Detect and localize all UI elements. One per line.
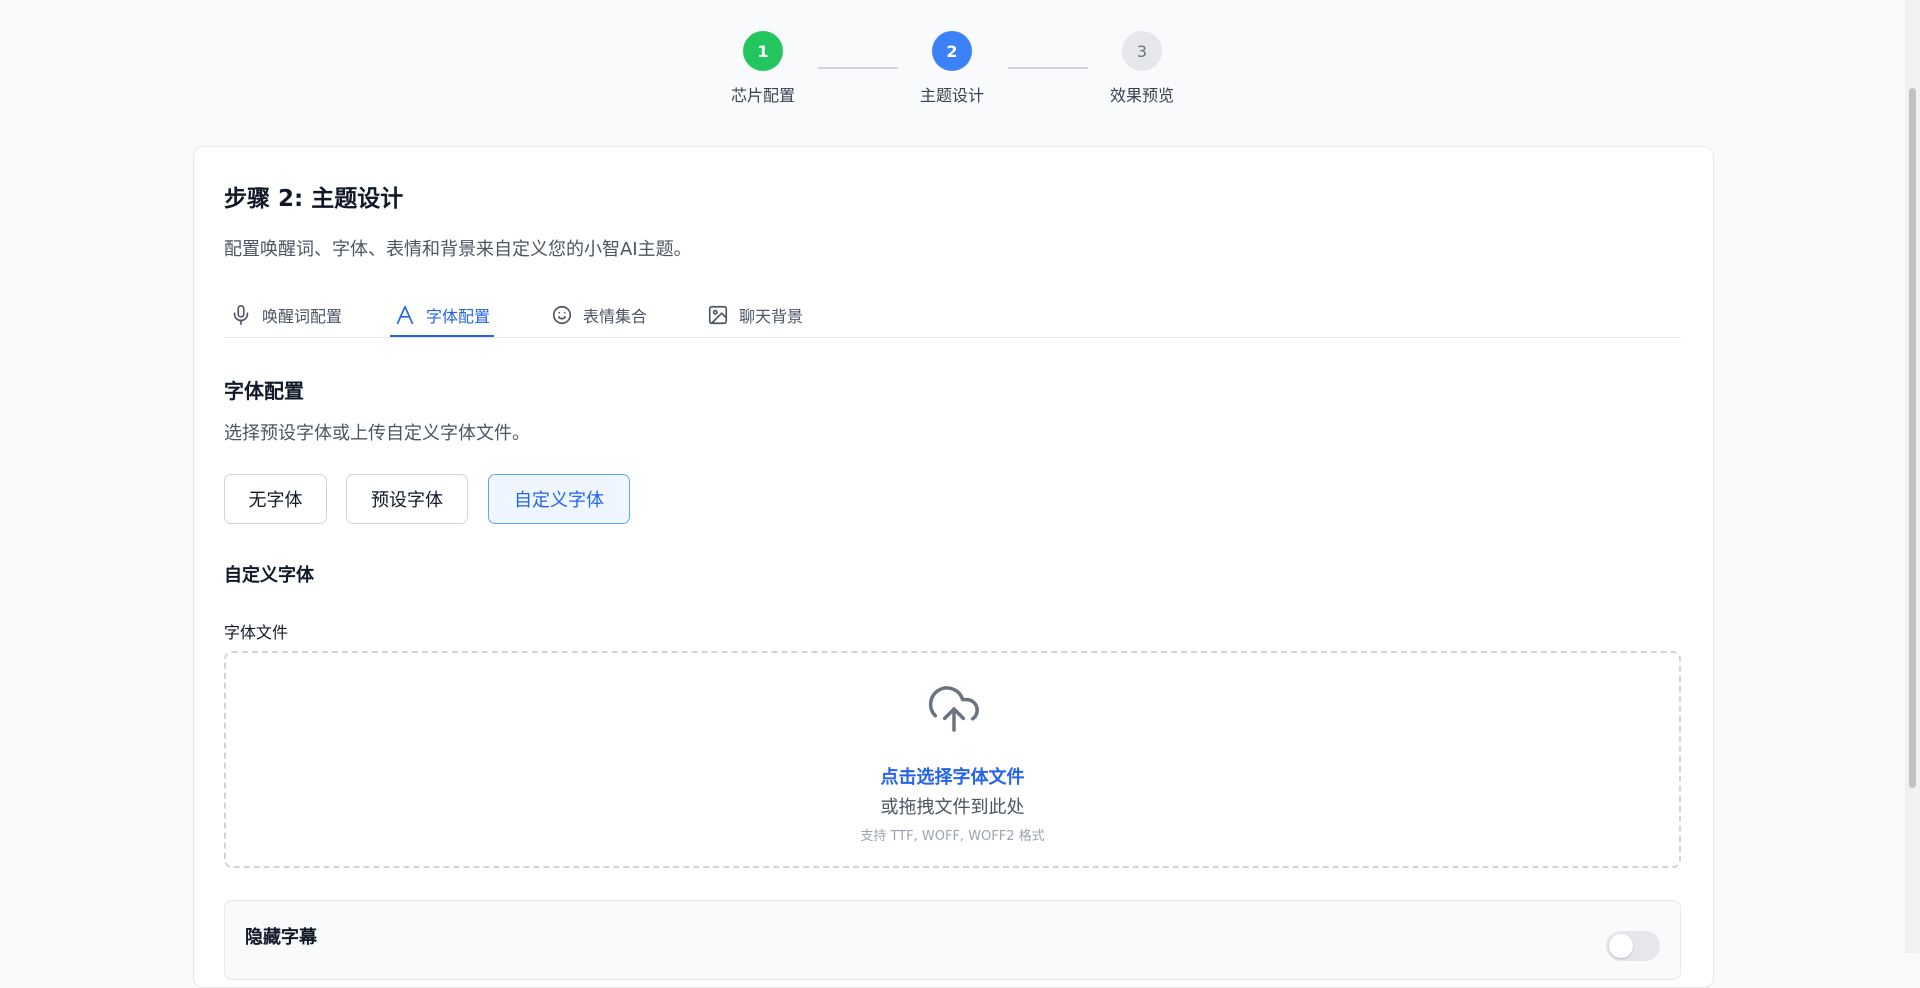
font-section-description: 选择预设字体或上传自定义字体文件。 xyxy=(224,423,530,444)
step-theme-design: 2 主题设计 xyxy=(892,31,1012,106)
step-2-circle: 2 xyxy=(932,31,972,71)
font-file-dropzone[interactable]: 点击选择字体文件 或拖拽文件到此处 支持 TTF, WOFF, WOFF2 格式 xyxy=(224,651,1681,868)
no-font-button[interactable]: 无字体 xyxy=(224,474,327,524)
tab-wake-word[interactable]: 唤醒词配置 xyxy=(230,295,342,335)
page-description: 配置唤醒词、字体、表情和背景来自定义您的小智AI主题。 xyxy=(224,239,692,260)
tab-label: 表情集合 xyxy=(583,307,648,326)
custom-font-title: 自定义字体 xyxy=(224,565,314,586)
step-2-label: 主题设计 xyxy=(919,86,984,105)
custom-font-button[interactable]: 自定义字体 xyxy=(488,474,630,524)
microphone-icon xyxy=(233,305,249,325)
step-3-label: 效果预览 xyxy=(1109,86,1174,105)
step-1-label: 芯片配置 xyxy=(730,86,795,105)
tab-chat-background[interactable]: 聊天背景 xyxy=(707,295,803,335)
drag-hint: 或拖拽文件到此处 xyxy=(880,797,1025,818)
tab-emoji[interactable]: 表情集合 xyxy=(551,295,647,335)
font-file-label: 字体文件 xyxy=(224,623,289,642)
step-connector-1 xyxy=(818,67,898,69)
page-title: 步骤 2: 主题设计 xyxy=(224,186,404,212)
hide-subtitle-label: 隐藏字幕 xyxy=(245,927,317,948)
toggle-knob xyxy=(1609,934,1633,958)
step-1-circle: 1 xyxy=(743,31,783,71)
cloud-upload-icon xyxy=(928,686,979,732)
smile-icon xyxy=(552,305,572,325)
image-icon xyxy=(708,305,728,325)
theme-design-card: 步骤 2: 主题设计 配置唤醒词、字体、表情和背景来自定义您的小智AI主题。 唤… xyxy=(193,146,1714,988)
step-connector-2 xyxy=(1008,67,1088,69)
supported-formats: 支持 TTF, WOFF, WOFF2 格式 xyxy=(860,829,1045,844)
preset-font-button[interactable]: 预设字体 xyxy=(346,474,468,524)
scrollbar-thumb[interactable] xyxy=(1909,88,1916,788)
hide-subtitle-row: 隐藏字幕 xyxy=(224,900,1681,980)
tab-label: 唤醒词配置 xyxy=(262,307,343,326)
stepper: 1 芯片配置 2 主题设计 3 效果预览 xyxy=(0,31,1905,111)
theme-tabs: 唤醒词配置 字体配置 表情集合 聊天背景 xyxy=(224,295,1681,338)
font-section-title: 字体配置 xyxy=(224,379,304,403)
step-chip-config: 1 芯片配置 xyxy=(703,31,823,106)
tab-font[interactable]: 字体配置 xyxy=(390,295,495,337)
font-icon xyxy=(396,305,414,325)
step-3-circle: 3 xyxy=(1122,31,1162,71)
hide-subtitle-toggle[interactable] xyxy=(1606,931,1660,961)
tab-label: 字体配置 xyxy=(426,307,491,326)
select-font-file-link[interactable]: 点击选择字体文件 xyxy=(226,763,1679,789)
page-scrollbar[interactable] xyxy=(1905,0,1920,953)
tab-label: 聊天背景 xyxy=(739,307,804,326)
step-preview: 3 效果预览 xyxy=(1082,31,1202,106)
